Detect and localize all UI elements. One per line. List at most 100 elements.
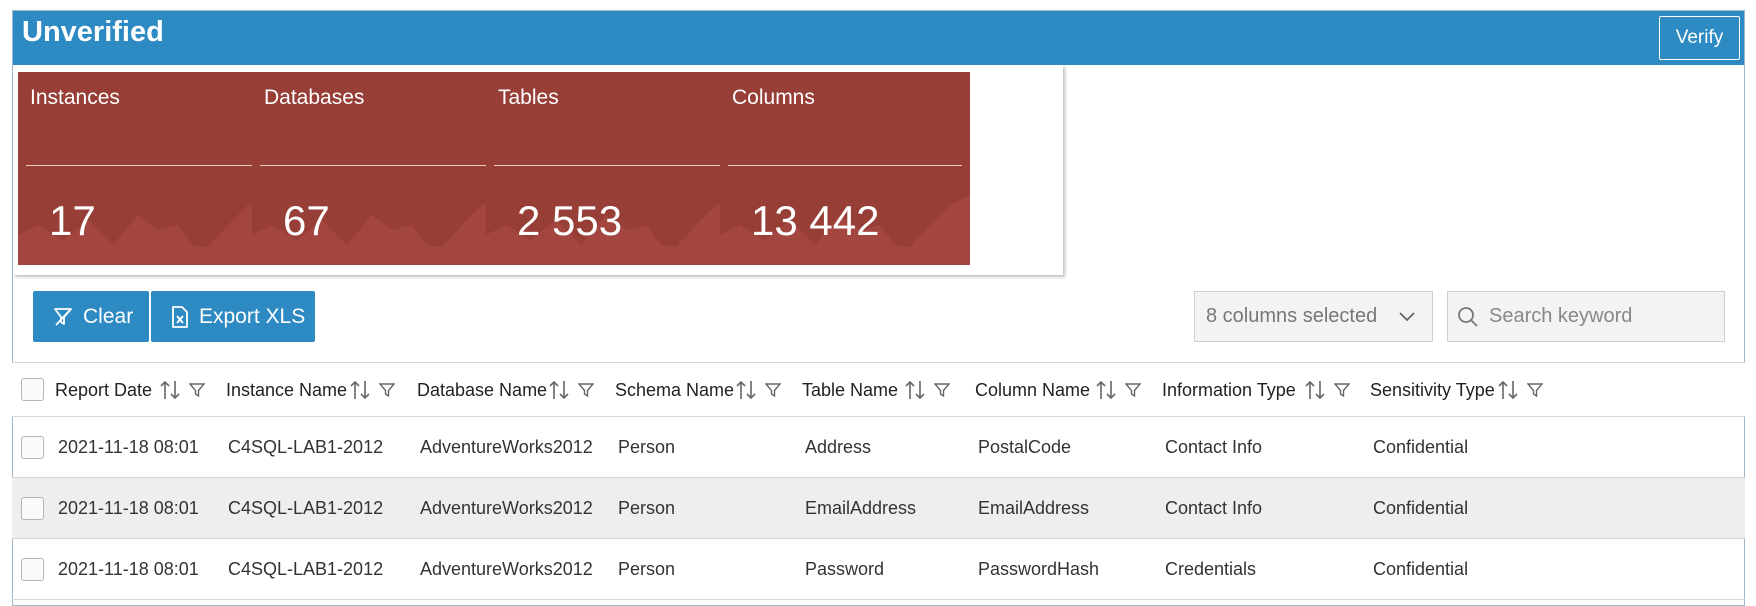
- cell-information-type: Contact Info: [1165, 437, 1263, 457]
- cell-report-date: 2021-11-18 08:01: [58, 498, 199, 518]
- cell-sensitivity-type: Confidential: [1373, 498, 1469, 518]
- cell-column-name: PostalCode: [978, 437, 1072, 457]
- cell-schema-name: Person: [618, 559, 676, 579]
- tile-label: Columns: [732, 86, 815, 109]
- cell-column-name: PasswordHash: [978, 559, 1100, 579]
- column-header-icons: [159, 363, 219, 417]
- cell-table-name: Address: [805, 437, 872, 457]
- data-table: Report Date Instance Name Database Name …: [12, 362, 1745, 600]
- column-header-icons: [548, 363, 608, 417]
- filter-icon[interactable]: [1125, 382, 1141, 398]
- cell-instance-name: C4SQL-LAB1-2012: [228, 498, 384, 518]
- table-header: Report Date Instance Name Database Name …: [12, 363, 1745, 417]
- table-row[interactable]: 2021-11-18 08:01 C4SQL-LAB1-2012 Adventu…: [12, 539, 1745, 600]
- column-header[interactable]: Sensitivity Type: [1370, 363, 1495, 417]
- sort-icon[interactable]: [1095, 379, 1117, 401]
- column-header-label: Information Type: [1162, 379, 1296, 400]
- search-icon: [1458, 306, 1478, 327]
- sort-icon[interactable]: [735, 379, 757, 401]
- filter-icon[interactable]: [934, 382, 950, 398]
- tile-databases: Databases 67: [252, 72, 502, 265]
- sort-icon[interactable]: [548, 379, 570, 401]
- tile-label: Databases: [264, 86, 365, 109]
- tile-divider: [728, 165, 962, 166]
- table-row[interactable]: 2021-11-18 08:01 C4SQL-LAB1-2012 Adventu…: [12, 417, 1745, 478]
- export-label: Export XLS: [199, 304, 306, 328]
- clear-label: Clear: [83, 304, 134, 328]
- filter-icon[interactable]: [1334, 382, 1350, 398]
- cell-table-name: EmailAddress: [805, 498, 917, 518]
- sort-icon[interactable]: [904, 379, 926, 401]
- tile-columns: Columns 13 442: [720, 72, 970, 265]
- cell-database-name: AdventureWorks2012: [420, 498, 593, 518]
- filter-icon[interactable]: [578, 382, 594, 398]
- search-input[interactable]: [1489, 305, 1709, 328]
- filter-clear-icon: [54, 307, 72, 326]
- cell-sensitivity-type: Confidential: [1373, 437, 1469, 457]
- cell-column-name: EmailAddress: [978, 498, 1090, 518]
- column-header-label: Column Name: [975, 379, 1091, 400]
- column-header-icons: [1304, 363, 1364, 417]
- cell-sensitivity-type: Confidential: [1373, 559, 1469, 579]
- row-checkbox[interactable]: [21, 558, 44, 581]
- column-header-label: Sensitivity Type: [1370, 379, 1495, 400]
- tile-instances: Instances 17: [18, 72, 268, 265]
- cell-schema-name: Person: [618, 437, 676, 457]
- tile-value: 2 553: [517, 197, 623, 244]
- select-all-checkbox[interactable]: [21, 378, 44, 401]
- column-header[interactable]: Column Name: [975, 363, 1090, 417]
- cell-table-name: Password: [805, 559, 885, 579]
- columns-selected-value: 8 columns selected: [1206, 305, 1378, 327]
- filter-icon[interactable]: [1527, 382, 1543, 398]
- filter-icon[interactable]: [765, 382, 781, 398]
- tile-value: 17: [49, 197, 96, 244]
- cell-information-type: Credentials: [1165, 559, 1257, 579]
- tile-value: 67: [283, 197, 330, 244]
- column-header-label: Schema Name: [615, 379, 735, 400]
- cell-instance-name: C4SQL-LAB1-2012: [228, 559, 384, 579]
- search-field[interactable]: [1447, 291, 1725, 342]
- cell-report-date: 2021-11-18 08:01: [58, 559, 199, 579]
- column-header-label: Database Name: [417, 379, 548, 400]
- cell-database-name: AdventureWorks2012: [420, 559, 593, 579]
- sort-icon[interactable]: [159, 379, 181, 401]
- sort-icon[interactable]: [1497, 379, 1519, 401]
- sort-icon[interactable]: [1304, 379, 1326, 401]
- cell-information-type: Contact Info: [1165, 498, 1263, 518]
- column-header[interactable]: Report Date: [55, 363, 152, 417]
- column-header[interactable]: Information Type: [1162, 363, 1296, 417]
- clear-button[interactable]: Clear: [33, 291, 149, 342]
- cell-database-name: AdventureWorks2012: [420, 437, 593, 457]
- column-header[interactable]: Schema Name: [615, 363, 734, 417]
- table-row[interactable]: 2021-11-18 08:01 C4SQL-LAB1-2012 Adventu…: [12, 478, 1745, 539]
- cell-instance-name: C4SQL-LAB1-2012: [228, 437, 384, 457]
- cell-report-date: 2021-11-18 08:01: [58, 437, 199, 457]
- export-xls-button[interactable]: Export XLS: [151, 291, 315, 342]
- columns-select[interactable]: 8 columns selected: [1194, 291, 1433, 342]
- row-checkbox[interactable]: [21, 436, 44, 459]
- row-checkbox[interactable]: [21, 497, 44, 520]
- panel-header: Unverified Verify: [13, 11, 1744, 65]
- column-header[interactable]: Instance Name: [226, 363, 347, 417]
- column-header-icons: [1095, 363, 1155, 417]
- column-header-label: Table Name: [802, 379, 899, 400]
- column-header-label: Report Date: [55, 379, 153, 400]
- panel-title: Unverified: [22, 16, 164, 48]
- sort-icon[interactable]: [349, 379, 371, 401]
- column-header[interactable]: Table Name: [802, 363, 898, 417]
- column-header-icons: [904, 363, 964, 417]
- tile-value: 13 442: [751, 197, 880, 244]
- verify-button[interactable]: Verify: [1659, 16, 1740, 60]
- tile-label: Instances: [30, 86, 120, 109]
- cell-schema-name: Person: [618, 498, 676, 518]
- column-header-icons: [1497, 363, 1557, 417]
- tile-divider: [494, 165, 728, 166]
- column-header-icons: [735, 363, 795, 417]
- column-header-label: Instance Name: [226, 379, 348, 400]
- tile-divider: [260, 165, 494, 166]
- excel-file-icon: [172, 305, 188, 328]
- tile-divider: [26, 165, 260, 166]
- column-header[interactable]: Database Name: [417, 363, 547, 417]
- filter-icon[interactable]: [379, 382, 395, 398]
- filter-icon[interactable]: [189, 382, 205, 398]
